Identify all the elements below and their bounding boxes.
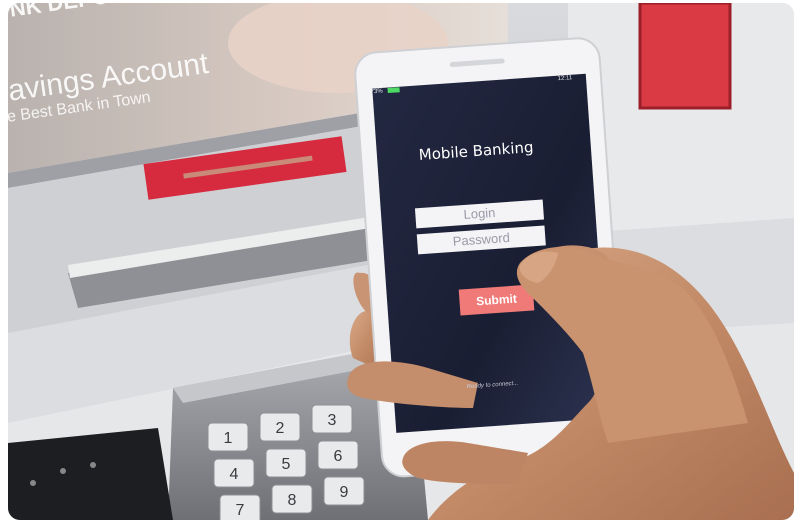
keypad-key-label: 9 — [340, 484, 349, 501]
keypad-key-label: 6 — [334, 448, 343, 465]
status-time: 12:11 — [557, 75, 573, 83]
phone-ui: 73% 12:11 Mobile Banking Login Password … — [364, 71, 602, 430]
password-field[interactable]: Password — [416, 225, 546, 255]
keypad-key-label: 7 — [236, 502, 245, 519]
keypad-key-label: 2 — [276, 420, 285, 437]
status-message: Ready to connect... — [466, 380, 519, 391]
card-reader — [8, 428, 173, 520]
app-title: Mobile Banking — [418, 138, 534, 165]
keypad-key-label: 3 — [328, 412, 337, 429]
battery-text: 73% — [370, 88, 383, 96]
login-field[interactable]: Login — [414, 199, 545, 229]
keypad-key-label: 1 — [224, 430, 233, 447]
keypad-key-label: 8 — [288, 492, 297, 509]
atm-red-indicator — [638, 3, 732, 110]
battery-icon — [387, 87, 400, 94]
submit-button[interactable]: Submit — [458, 284, 535, 316]
photo-frame: 123456789 NK DEPOSIT avings Account e Be… — [8, 3, 794, 520]
keypad-key-label: 5 — [282, 456, 291, 473]
keypad-key-label: 4 — [230, 466, 239, 483]
